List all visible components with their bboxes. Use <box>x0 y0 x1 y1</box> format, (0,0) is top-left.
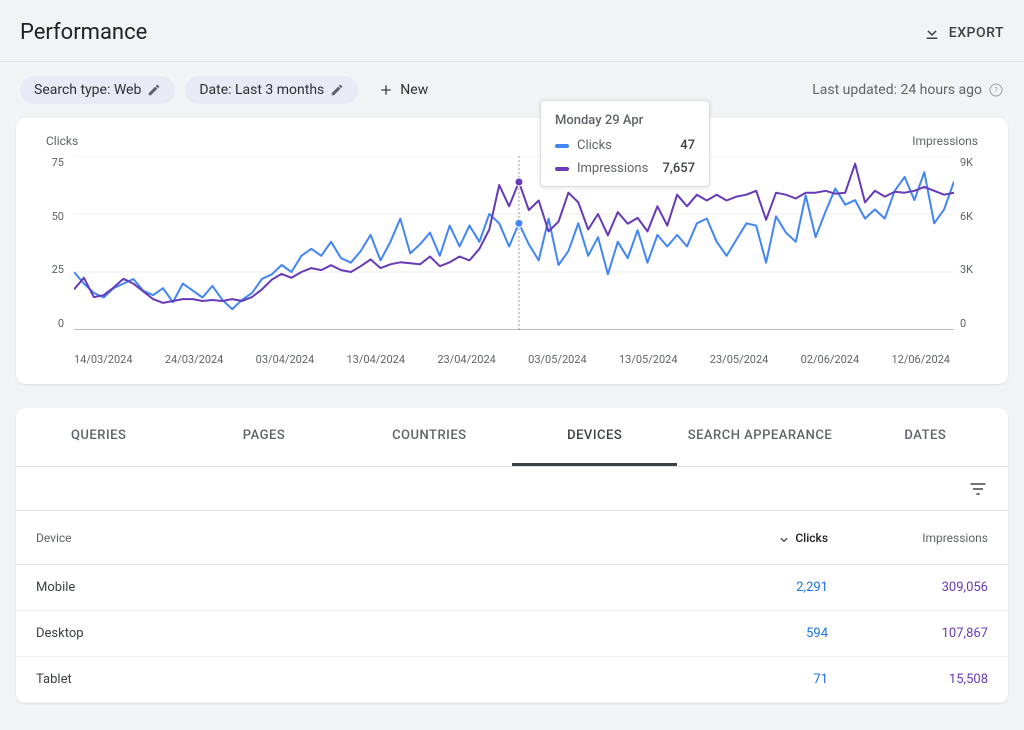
chart-card: Clicks Impressions 75 50 25 0 9K 6K 3K 0… <box>16 118 1008 384</box>
tab-dates[interactable]: DATES <box>843 408 1008 466</box>
device-name: Desktop <box>36 626 688 641</box>
chip-search-type[interactable]: Search type: Web <box>20 76 175 104</box>
plus-icon <box>378 82 394 98</box>
row-clicks: 71 <box>688 672 828 687</box>
export-label: EXPORT <box>949 25 1004 41</box>
right-axis-label: Impressions <box>912 134 978 148</box>
tab-queries[interactable]: QUERIES <box>16 408 181 466</box>
last-updated-text: Last updated: 24 hours ago <box>812 82 982 98</box>
help-icon[interactable]: ? <box>988 82 1004 98</box>
arrow-down-icon <box>777 531 791 545</box>
tooltip-clicks-label: Clicks <box>577 138 612 153</box>
pencil-icon <box>147 83 161 97</box>
page-title: Performance <box>20 20 147 45</box>
table-row[interactable]: Mobile2,291309,056 <box>16 565 1008 611</box>
svg-text:?: ? <box>994 86 998 95</box>
table-head: Device Clicks Impressions <box>16 511 1008 565</box>
table-card: QUERIES PAGES COUNTRIES DEVICES SEARCH A… <box>16 408 1008 703</box>
table-row[interactable]: Tablet7115,508 <box>16 657 1008 703</box>
y-right-ticks: 9K 6K 3K 0 <box>960 156 984 330</box>
swatch-clicks <box>555 144 569 148</box>
export-button[interactable]: EXPORT <box>923 24 1004 42</box>
tooltip-date: Monday 29 Apr <box>555 113 695 128</box>
new-filter-button[interactable]: New <box>368 76 438 104</box>
row-impressions: 309,056 <box>828 580 988 595</box>
pencil-icon <box>330 83 344 97</box>
last-updated: Last updated: 24 hours ago ? <box>812 82 1004 98</box>
y-left-ticks: 75 50 25 0 <box>40 156 64 330</box>
table-row[interactable]: Desktop594107,867 <box>16 611 1008 657</box>
col-device[interactable]: Device <box>36 531 688 545</box>
new-label: New <box>400 82 428 98</box>
row-clicks: 594 <box>688 626 828 641</box>
swatch-impressions <box>555 167 569 171</box>
row-impressions: 107,867 <box>828 626 988 641</box>
tab-devices[interactable]: DEVICES <box>512 408 677 466</box>
tab-search-appearance[interactable]: SEARCH APPEARANCE <box>677 408 842 466</box>
x-axis-ticks: 14/03/2024 24/03/2024 03/04/2024 13/04/2… <box>74 353 950 366</box>
chip-search-type-label: Search type: Web <box>34 82 141 98</box>
row-impressions: 15,508 <box>828 672 988 687</box>
device-name: Mobile <box>36 580 688 595</box>
tooltip-impressions-label: Impressions <box>577 161 648 176</box>
line-chart <box>74 156 954 330</box>
filter-icon[interactable] <box>968 479 988 499</box>
tab-countries[interactable]: COUNTRIES <box>347 408 512 466</box>
tooltip-impressions-value: 7,657 <box>663 161 695 176</box>
left-axis-label: Clicks <box>46 134 78 148</box>
col-impressions[interactable]: Impressions <box>828 531 988 545</box>
col-clicks[interactable]: Clicks <box>688 531 828 545</box>
download-icon <box>923 24 941 42</box>
device-name: Tablet <box>36 672 688 687</box>
tabs: QUERIES PAGES COUNTRIES DEVICES SEARCH A… <box>16 408 1008 467</box>
chip-date-label: Date: Last 3 months <box>199 82 324 98</box>
tab-pages[interactable]: PAGES <box>181 408 346 466</box>
chip-date-range[interactable]: Date: Last 3 months <box>185 76 358 104</box>
row-clicks: 2,291 <box>688 580 828 595</box>
tooltip-clicks-value: 47 <box>680 138 695 153</box>
chart-tooltip: Monday 29 Apr Clicks 47 Impressions 7,65… <box>540 100 710 187</box>
